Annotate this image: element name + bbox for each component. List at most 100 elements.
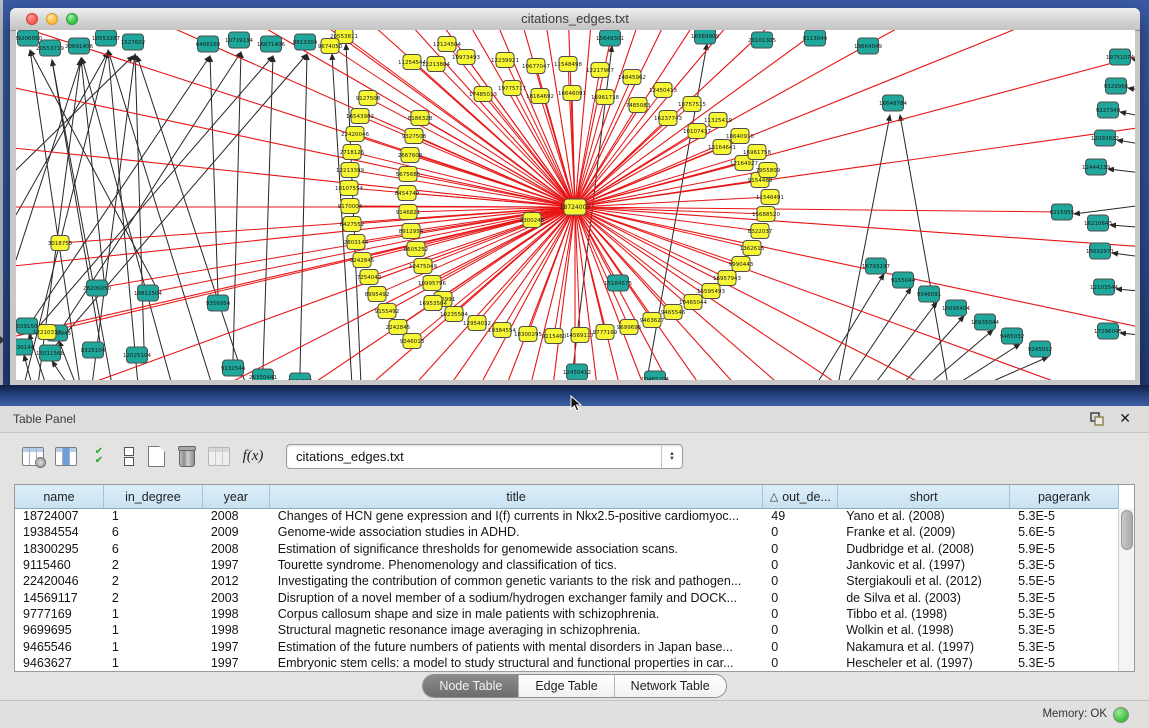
network-node[interactable]: 9115460 — [542, 329, 567, 344]
table-row[interactable]: 911546021997Tourette syndrome. Phenomeno… — [15, 557, 1119, 573]
network-node[interactable]: 12093822 — [1091, 130, 1119, 146]
import-table-button[interactable] — [206, 442, 232, 470]
network-node[interactable]: 12475049 — [409, 259, 437, 274]
cell-name[interactable]: 19384554 — [15, 525, 104, 539]
window-titlebar[interactable]: citations_edges.txt — [10, 8, 1140, 31]
network-node[interactable]: 9245012 — [1028, 341, 1053, 357]
network-node[interactable]: 16648784 — [879, 95, 907, 111]
network-node[interactable]: 8322037 — [748, 224, 773, 239]
network-node[interactable]: 12444139 — [1082, 159, 1110, 175]
hub-node[interactable]: 18724007 — [560, 199, 591, 215]
cell-short[interactable]: Wolkin et al. (1998) — [838, 623, 1010, 637]
network-node[interactable]: 8186328 — [408, 111, 433, 126]
cell-in_degree[interactable]: 2 — [104, 574, 203, 588]
cell-out_degree[interactable]: 0 — [763, 640, 838, 654]
network-node[interactable]: 29206050 — [16, 30, 42, 46]
cell-name[interactable]: 9463627 — [15, 656, 104, 670]
network-node[interactable]: 9356954 — [206, 295, 231, 311]
cell-in_degree[interactable]: 1 — [104, 656, 203, 670]
network-node[interactable]: 19664049 — [854, 38, 882, 54]
network-node[interactable]: 16237743 — [654, 111, 682, 126]
cell-out_degree[interactable]: 49 — [763, 509, 838, 523]
network-node[interactable]: 8215955 — [1050, 204, 1075, 220]
tab-network-table[interactable]: Network Table — [615, 675, 726, 697]
table-row[interactable]: 969969511998Structural magnetic resonanc… — [15, 622, 1119, 638]
cell-year[interactable]: 2009 — [203, 525, 270, 539]
column-header-out_de[interactable]: △out_de... — [763, 485, 838, 508]
cell-short[interactable]: Jankovic et al. (1997) — [838, 558, 1010, 572]
network-node[interactable]: 9699695 — [617, 320, 642, 335]
network-node[interactable]: 18300295 — [514, 327, 542, 342]
network-node[interactable]: 2718126 — [340, 145, 365, 160]
column-header-in_degree[interactable]: in_degree — [104, 485, 203, 508]
network-node[interactable]: 20101305 — [748, 32, 776, 48]
table-row[interactable]: 946362711997Embryonic stem cells: a mode… — [15, 655, 1119, 671]
cell-pagerank[interactable]: 5.9E-5 — [1010, 542, 1119, 556]
network-node[interactable]: 9674050 — [318, 39, 343, 54]
cell-in_degree[interactable]: 6 — [104, 542, 203, 556]
cell-pagerank[interactable]: 5.3E-5 — [1010, 607, 1119, 621]
network-node[interactable]: 8605252 — [404, 242, 429, 257]
network-node[interactable]: 1527602 — [121, 34, 146, 50]
network-node[interactable]: 2803144 — [344, 235, 369, 250]
cell-year[interactable]: 2008 — [203, 509, 270, 523]
network-node[interactable]: 2667608 — [398, 148, 423, 163]
cell-name[interactable]: 22420046 — [15, 574, 104, 588]
network-node[interactable]: 10973493 — [452, 50, 480, 65]
network-node[interactable]: 1362615 — [740, 241, 765, 256]
table-row[interactable]: 977716911998Corpus callosum shape and si… — [15, 606, 1119, 622]
cell-name[interactable]: 9777169 — [15, 607, 104, 621]
float-icon[interactable] — [1089, 411, 1105, 427]
cell-title[interactable]: Investigating the contribution of common… — [270, 574, 764, 588]
cell-short[interactable]: Tibbo et al. (1998) — [838, 607, 1010, 621]
network-node[interactable]: 11546491 — [756, 190, 784, 205]
cell-title[interactable]: Genome-wide association studies in ADHD. — [270, 525, 764, 539]
cell-short[interactable]: de Silva et al. (2003) — [838, 591, 1010, 605]
table-selector-dropdown[interactable]: citations_edges.txt ▲▼ — [286, 444, 683, 469]
network-node[interactable]: 8454749 — [395, 186, 420, 201]
table-row[interactable]: 946554611997Estimation of the future num… — [15, 638, 1119, 654]
row-height-button[interactable] — [116, 442, 142, 470]
network-node[interactable]: 28206050 — [83, 280, 111, 296]
cell-name[interactable]: 14569117 — [15, 591, 104, 605]
cell-title[interactable]: Changes of HCN gene expression and I(f) … — [270, 509, 764, 523]
cell-short[interactable]: Yano et al. (2008) — [838, 509, 1010, 523]
cell-title[interactable]: Structural magnetic resonance image aver… — [270, 623, 764, 637]
cell-out_degree[interactable]: 0 — [763, 591, 838, 605]
column-header-short[interactable]: short — [838, 485, 1010, 508]
network-node[interactable]: 12450413 — [649, 83, 677, 98]
cell-out_degree[interactable]: 0 — [763, 525, 838, 539]
network-node[interactable]: 8995492 — [365, 287, 390, 302]
network-node[interactable]: 12124504 — [433, 37, 461, 52]
column-header-title[interactable]: title — [270, 485, 764, 508]
panel-collapse-arrow-icon[interactable] — [0, 336, 5, 344]
cell-name[interactable]: 9115460 — [15, 558, 104, 572]
network-node[interactable]: 9242845 — [350, 253, 375, 268]
network-node[interactable]: 9146821 — [396, 205, 421, 220]
network-node[interactable]: 17485013 — [469, 87, 497, 102]
column-header-name[interactable]: name — [15, 485, 104, 508]
network-node[interactable]: 15011568 — [36, 345, 64, 361]
column-header-pagerank[interactable]: pagerank — [1010, 485, 1119, 508]
network-node[interactable]: 12213804 — [422, 57, 450, 72]
network-node[interactable]: 9330144 — [16, 339, 35, 355]
scrollbar-thumb[interactable] — [1121, 510, 1133, 550]
table-row[interactable]: 1830029562008Estimation of significance … — [15, 541, 1119, 557]
cell-out_degree[interactable]: 0 — [763, 623, 838, 637]
table-row[interactable]: 2242004622012Investigating the contribut… — [15, 573, 1119, 589]
cell-pagerank[interactable]: 5.5E-5 — [1010, 574, 1119, 588]
network-node[interactable]: 9132544 — [221, 360, 246, 376]
cell-short[interactable]: Franke et al. (2009) — [838, 525, 1010, 539]
network-node[interactable]: 9155044 — [891, 272, 916, 288]
cell-pagerank[interactable]: 5.6E-5 — [1010, 525, 1119, 539]
cell-year[interactable]: 1997 — [203, 558, 270, 572]
network-node[interactable]: 9127508 — [356, 91, 381, 106]
vertical-scrollbar[interactable] — [1118, 508, 1134, 671]
network-node[interactable]: 12450412 — [563, 364, 591, 380]
network-node[interactable]: 15649301 — [596, 30, 624, 46]
table-settings-button[interactable] — [20, 442, 46, 470]
tab-node-table[interactable]: Node Table — [423, 675, 519, 697]
network-node[interactable]: 8113044 — [803, 30, 828, 46]
function-builder-button[interactable]: f(x) — [240, 442, 266, 470]
network-node[interactable]: 6466160 — [196, 36, 221, 52]
